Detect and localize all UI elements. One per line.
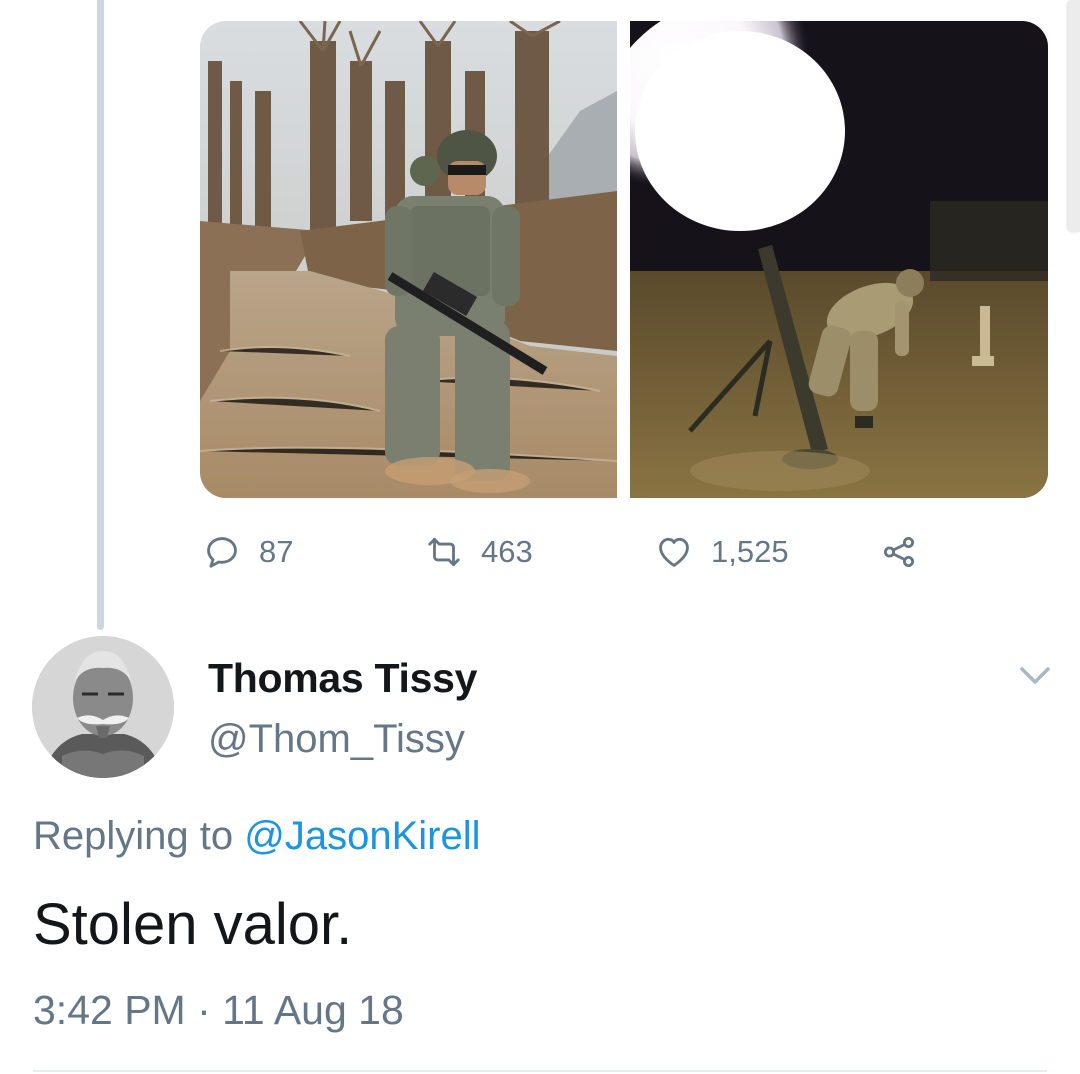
mortar-photo-image: [630, 21, 1048, 498]
divider: [33, 1070, 1047, 1072]
replying-to-line: Replying to @JasonKirell: [33, 814, 480, 859]
retweet-icon: [428, 537, 460, 567]
share-icon: [883, 536, 915, 568]
scrollbar[interactable]: [1068, 0, 1080, 232]
reply-button[interactable]: 87: [203, 528, 293, 576]
heart-icon: [659, 537, 689, 567]
chevron-down-icon[interactable]: [1016, 660, 1054, 690]
soldier-photo-image: [200, 21, 617, 498]
media-photo-soldier[interactable]: [200, 21, 617, 498]
display-name[interactable]: Thomas Tissy: [208, 655, 477, 702]
media-photo-mortar[interactable]: [630, 21, 1048, 498]
like-count: 1,525: [711, 534, 789, 569]
tweet-action-bar: 87 463 1,525: [0, 528, 1080, 576]
reply-count: 87: [259, 534, 294, 569]
replying-prefix: Replying to: [33, 814, 245, 858]
avatar-portrait-icon: [32, 636, 174, 778]
replying-to-mention-link[interactable]: @JasonKirell: [244, 814, 480, 858]
retweet-button[interactable]: 463: [425, 528, 533, 576]
retweet-count: 463: [481, 534, 533, 569]
user-handle[interactable]: @Thom_Tissy: [208, 717, 465, 762]
avatar[interactable]: [32, 636, 174, 778]
share-button[interactable]: [880, 528, 918, 576]
tweet-text: Stolen valor.: [33, 892, 353, 957]
tweet-timestamp[interactable]: 3:42 PM · 11 Aug 18: [33, 987, 404, 1034]
reply-icon: [207, 537, 237, 568]
like-button[interactable]: 1,525: [655, 528, 789, 576]
